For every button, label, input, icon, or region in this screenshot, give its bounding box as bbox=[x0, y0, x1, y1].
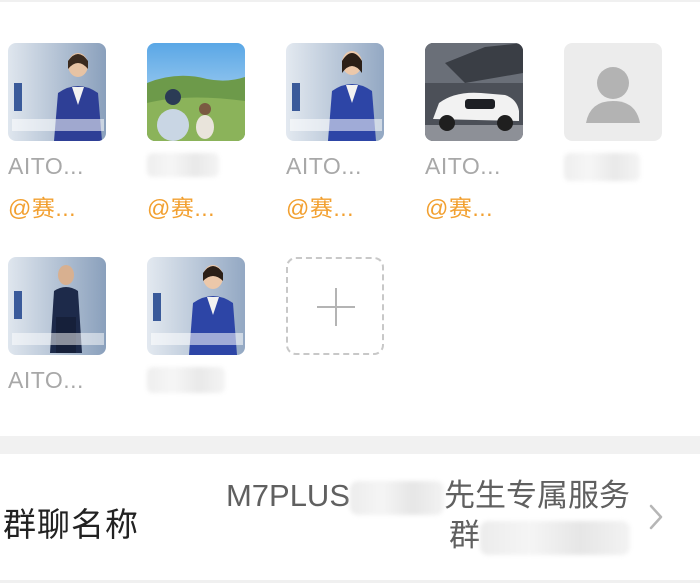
member-item[interactable] bbox=[147, 257, 247, 393]
member-name: AITO... bbox=[425, 153, 501, 179]
default-person-icon[interactable] bbox=[564, 43, 662, 141]
member-name: AITO... bbox=[286, 153, 362, 179]
member-name: AITO... bbox=[8, 367, 84, 393]
member-name-blurred bbox=[147, 153, 267, 183]
member-remark: @赛... bbox=[286, 195, 355, 221]
top-divider bbox=[0, 0, 700, 2]
add-member-button[interactable] bbox=[286, 257, 384, 355]
group-name-value-part3: 群 bbox=[449, 518, 480, 553]
member-avatar[interactable] bbox=[8, 43, 106, 141]
member-avatar[interactable] bbox=[147, 43, 245, 141]
chevron-right-icon bbox=[649, 504, 663, 530]
member-name: AITO... bbox=[8, 153, 84, 179]
member-item[interactable]: AITO... @赛... bbox=[286, 43, 386, 221]
member-item[interactable]: AITO... bbox=[8, 257, 108, 393]
member-avatar[interactable] bbox=[425, 43, 523, 141]
member-remark: @赛... bbox=[8, 195, 77, 221]
member-item[interactable]: @赛... bbox=[147, 43, 247, 221]
blurred-text bbox=[350, 480, 444, 515]
member-item[interactable] bbox=[564, 43, 664, 181]
section-divider bbox=[0, 436, 700, 454]
member-item[interactable]: AITO... @赛... bbox=[8, 43, 108, 221]
blurred-text bbox=[480, 520, 630, 555]
member-remark: @赛... bbox=[147, 195, 216, 221]
member-avatar[interactable] bbox=[286, 43, 384, 141]
member-name-blurred bbox=[147, 367, 267, 399]
member-item[interactable]: AITO... @赛... bbox=[425, 43, 525, 221]
member-avatar[interactable] bbox=[147, 257, 245, 355]
group-name-row[interactable]: 群聊名称 M7PLUS 先生专属服务 群 bbox=[0, 454, 700, 583]
group-name-value: M7PLUS 先生专属服务 群 bbox=[190, 476, 630, 556]
member-remark: @赛... bbox=[425, 195, 494, 221]
member-avatar[interactable] bbox=[8, 257, 106, 355]
member-name-blurred bbox=[564, 153, 684, 187]
group-name-value-part1: M7PLUS bbox=[225, 478, 350, 513]
group-name-label: 群聊名称 bbox=[3, 506, 139, 543]
plus-icon-vertical bbox=[335, 288, 337, 326]
group-name-value-part2: 先生专属服务 bbox=[444, 478, 630, 513]
